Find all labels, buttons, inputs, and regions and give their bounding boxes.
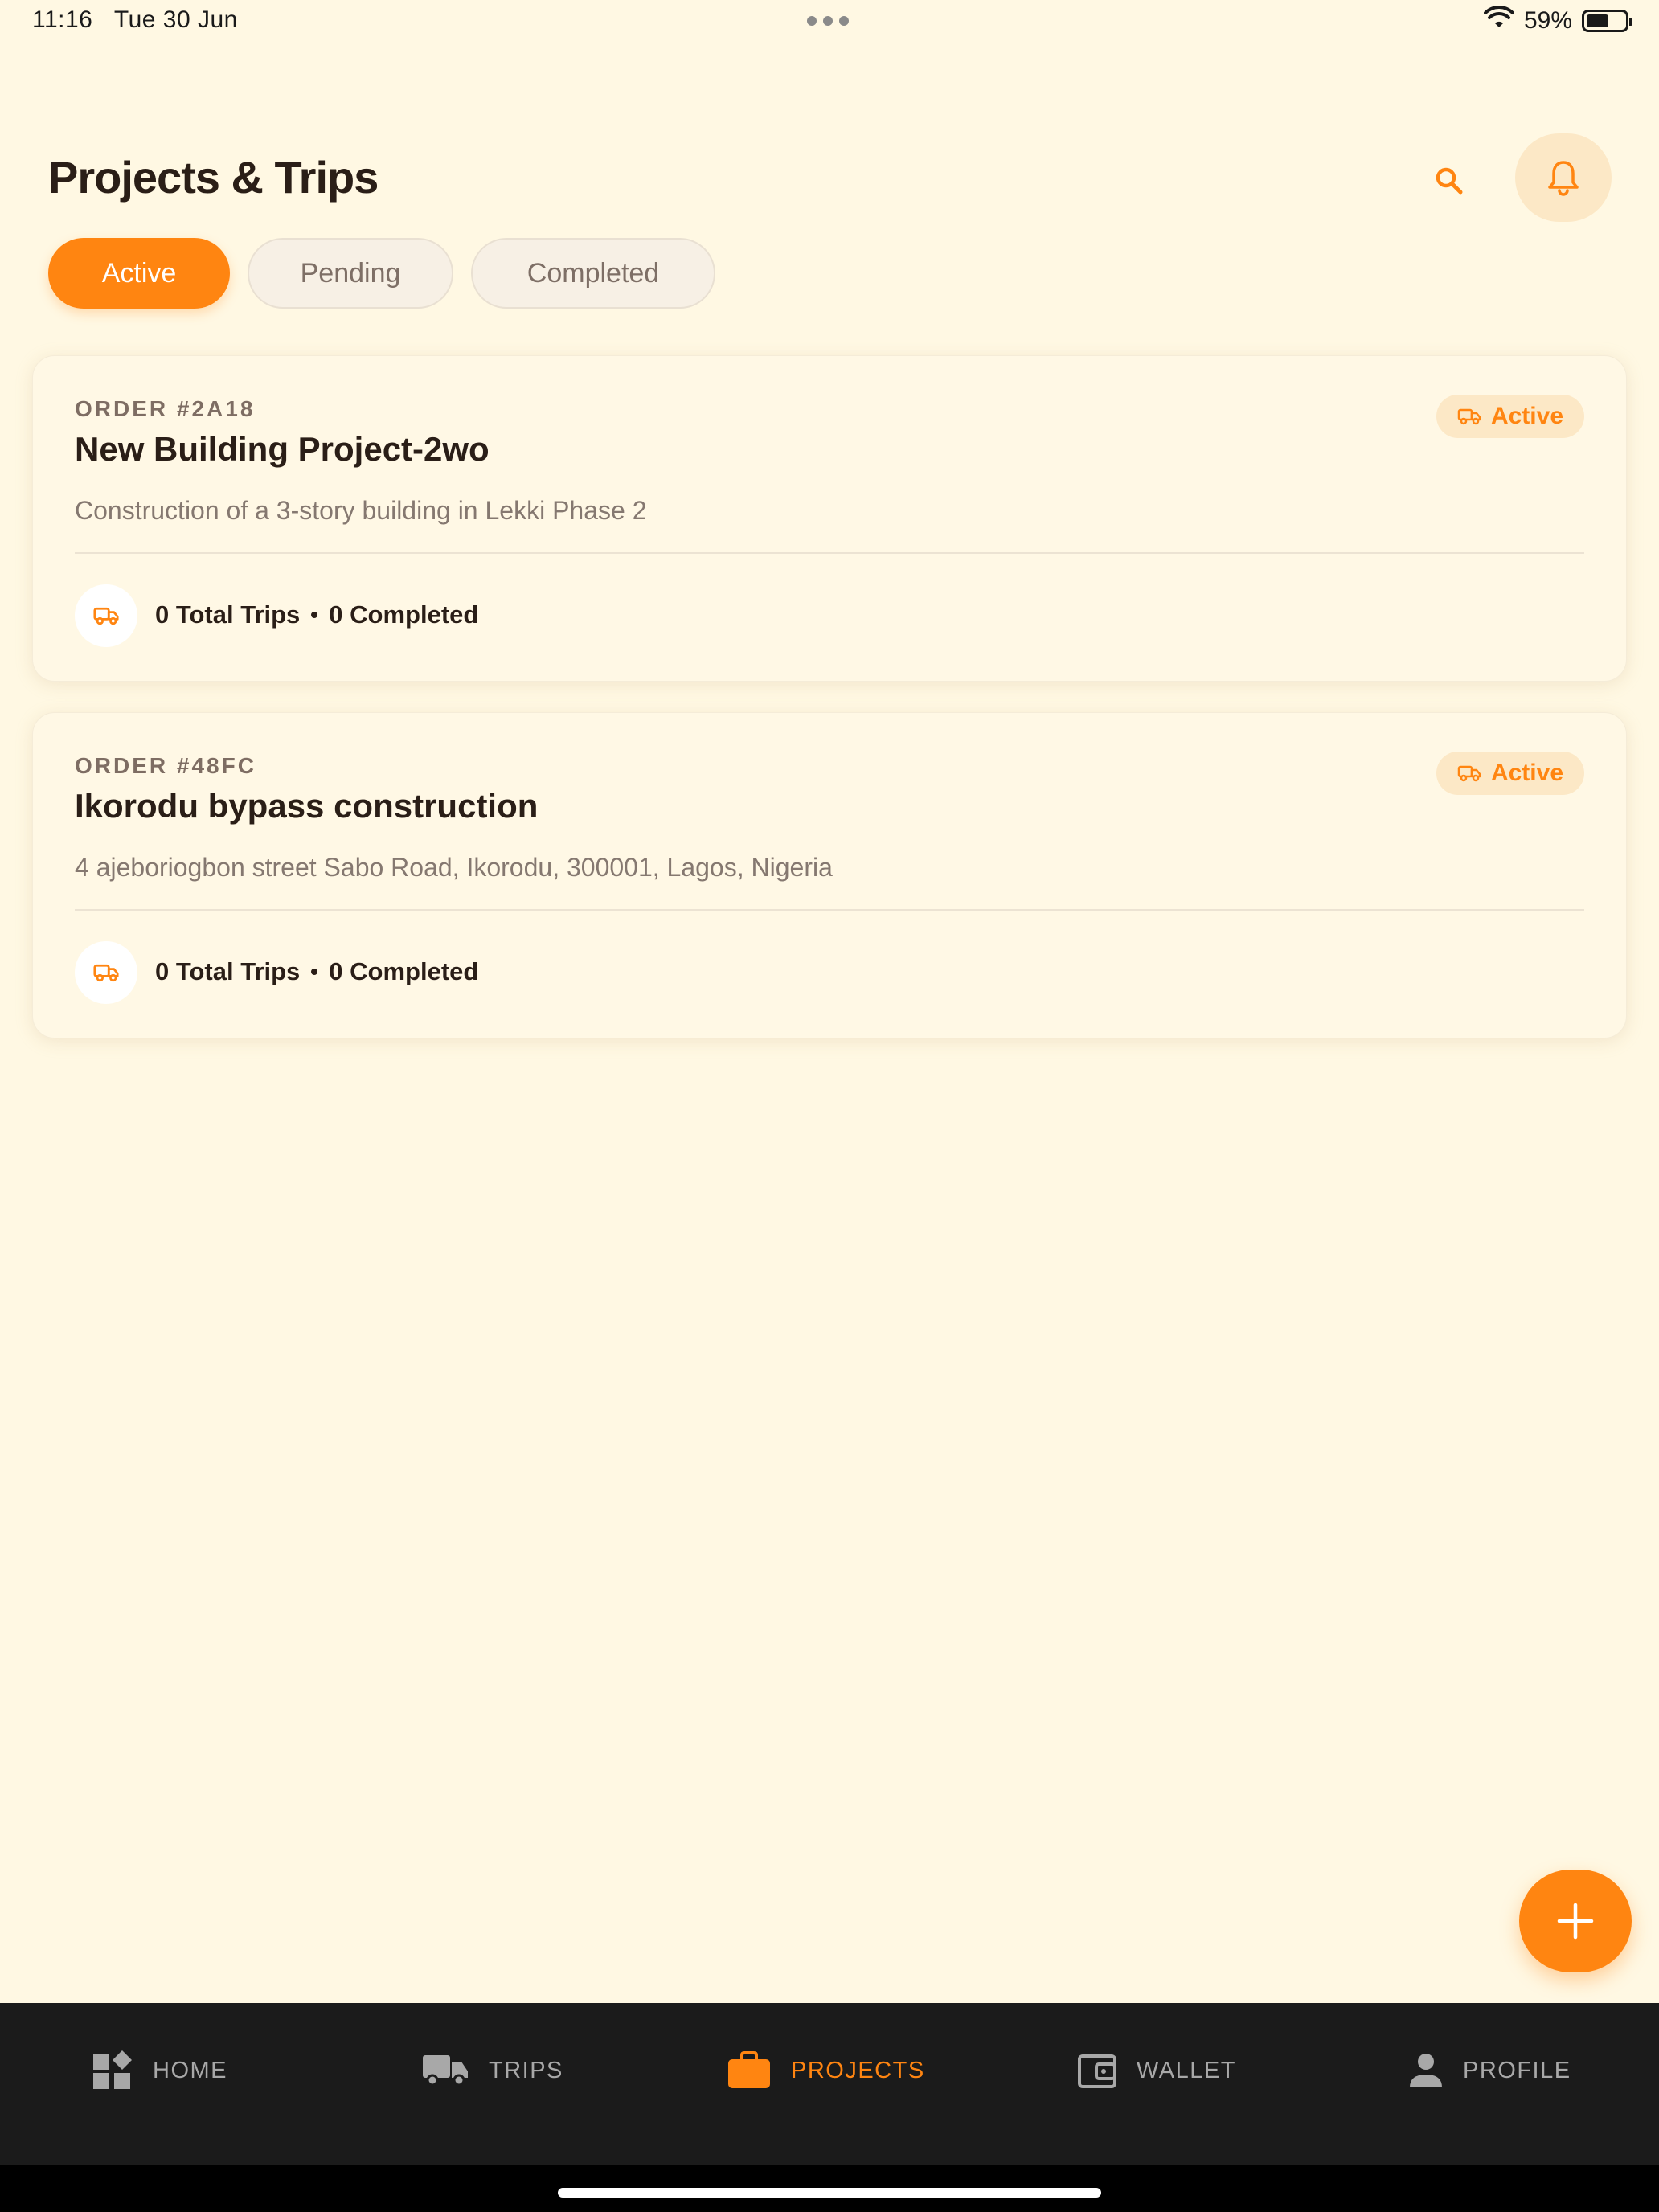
status-badge-label: Active bbox=[1490, 760, 1563, 786]
truck-icon bbox=[93, 607, 119, 625]
status-bar: 11:16 Tue 30 Jun 59% bbox=[0, 0, 1659, 45]
order-number: ORDER #2A18 bbox=[75, 396, 256, 421]
trip-stats: 0 Total Trips 0 Completed bbox=[155, 600, 478, 629]
status-time-value: 11:16 bbox=[32, 6, 93, 33]
project-title: Ikorodu bypass construction bbox=[75, 787, 539, 825]
project-title: New Building Project-2wo bbox=[75, 430, 490, 468]
total-trips: 0 Total Trips bbox=[155, 600, 301, 629]
bottom-navigation: HOME TRIPS PROJECTS WALLET PROFILE bbox=[0, 2003, 1659, 2165]
wifi-icon bbox=[1483, 5, 1514, 35]
completed-trips: 0 Completed bbox=[329, 600, 479, 629]
notifications-button[interactable] bbox=[1515, 133, 1612, 222]
truck-icon bbox=[1457, 765, 1481, 782]
trip-icon-container bbox=[75, 584, 137, 647]
page-title: Projects & Trips bbox=[48, 152, 379, 203]
nav-profile[interactable]: PROFILE bbox=[1408, 2046, 1571, 2095]
search-button[interactable] bbox=[1419, 151, 1479, 211]
nav-wallet[interactable]: WALLET bbox=[1077, 2046, 1236, 2095]
nav-trips[interactable]: TRIPS bbox=[421, 2046, 563, 2095]
briefcase-icon bbox=[728, 2051, 770, 2088]
truck-icon bbox=[423, 2055, 468, 2087]
status-badge-label: Active bbox=[1490, 403, 1563, 429]
status-badge: Active bbox=[1436, 752, 1584, 795]
nav-profile-label: PROFILE bbox=[1463, 2057, 1571, 2083]
trip-icon-container bbox=[75, 941, 137, 1004]
status-indicators: 59% bbox=[1483, 5, 1632, 35]
separator-dot bbox=[311, 612, 318, 618]
project-card[interactable]: ORDER #48FC Ikorodu bypass construction … bbox=[32, 712, 1627, 1038]
nav-home-label: HOME bbox=[153, 2057, 227, 2083]
search-icon bbox=[1436, 167, 1463, 195]
completed-trips: 0 Completed bbox=[329, 957, 479, 985]
bell-icon bbox=[1548, 161, 1579, 196]
total-trips: 0 Total Trips bbox=[155, 957, 301, 985]
project-card[interactable]: ORDER #2A18 New Building Project-2wo Con… bbox=[32, 355, 1627, 682]
trip-stats: 0 Total Trips 0 Completed bbox=[155, 957, 478, 986]
separator-dot bbox=[311, 969, 318, 975]
app-screen: 11:16 Tue 30 Jun 59% Projects & Trips Ac… bbox=[0, 0, 1659, 2212]
nav-projects[interactable]: PROJECTS bbox=[727, 2046, 925, 2095]
battery-fill bbox=[1587, 14, 1609, 27]
wallet-icon bbox=[1078, 2054, 1116, 2088]
filter-tabs: Active Pending Completed bbox=[48, 238, 715, 309]
card-divider bbox=[75, 909, 1584, 911]
status-badge: Active bbox=[1436, 395, 1584, 438]
home-indicator[interactable] bbox=[558, 2188, 1101, 2198]
project-description: 4 ajeboriogbon street Sabo Road, Ikorodu… bbox=[75, 853, 833, 882]
tab-completed[interactable]: Completed bbox=[471, 238, 715, 309]
person-icon bbox=[1410, 2054, 1442, 2087]
nav-home[interactable]: HOME bbox=[92, 2046, 227, 2095]
truck-icon bbox=[93, 964, 119, 982]
card-divider bbox=[75, 552, 1584, 554]
plus-icon bbox=[1557, 1903, 1594, 1940]
tab-pending[interactable]: Pending bbox=[248, 238, 453, 309]
add-project-button[interactable] bbox=[1519, 1870, 1632, 1972]
truck-icon bbox=[1457, 408, 1481, 425]
multitasking-dots-icon[interactable] bbox=[807, 16, 849, 26]
order-number: ORDER #48FC bbox=[75, 753, 256, 778]
battery-percentage: 59% bbox=[1523, 6, 1572, 34]
nav-trips-label: TRIPS bbox=[489, 2057, 563, 2083]
status-time: 11:16 Tue 30 Jun bbox=[32, 6, 238, 34]
nav-projects-label: PROJECTS bbox=[791, 2057, 925, 2083]
nav-wallet-label: WALLET bbox=[1137, 2057, 1236, 2083]
tab-active[interactable]: Active bbox=[48, 238, 230, 309]
battery-icon bbox=[1582, 9, 1632, 32]
project-description: Construction of a 3-story building in Le… bbox=[75, 496, 647, 525]
status-date-value: Tue 30 Jun bbox=[113, 6, 238, 33]
home-icon bbox=[93, 2050, 132, 2089]
